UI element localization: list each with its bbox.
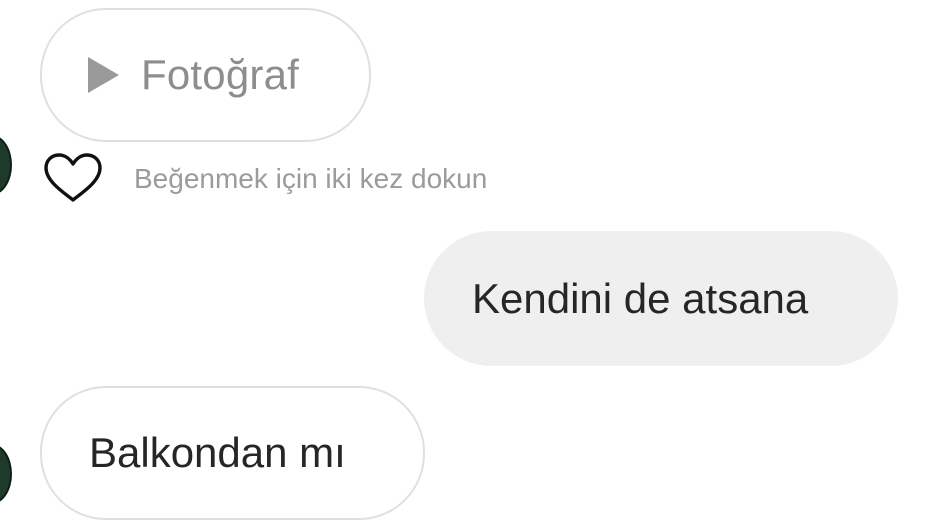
incoming-message-text: Balkondan mı (89, 429, 346, 476)
photo-message-bubble[interactable]: Fotoğraf (40, 8, 371, 142)
sender-avatar[interactable] (0, 444, 12, 504)
heart-outline-icon[interactable] (42, 152, 104, 204)
chat-thread: Fotoğraf Beğenmek için iki kez dokun Ken… (0, 0, 938, 528)
sender-avatar[interactable] (0, 135, 12, 195)
outgoing-message-bubble[interactable]: Kendini de atsana (424, 231, 898, 366)
photo-message-label: Fotoğraf (141, 51, 300, 98)
play-icon (88, 57, 119, 93)
outgoing-message-text: Kendini de atsana (472, 274, 809, 322)
like-hint-row: Beğenmek için iki kez dokun (42, 152, 487, 204)
like-hint-text: Beğenmek için iki kez dokun (134, 163, 488, 194)
incoming-message-bubble[interactable]: Balkondan mı (40, 386, 425, 520)
